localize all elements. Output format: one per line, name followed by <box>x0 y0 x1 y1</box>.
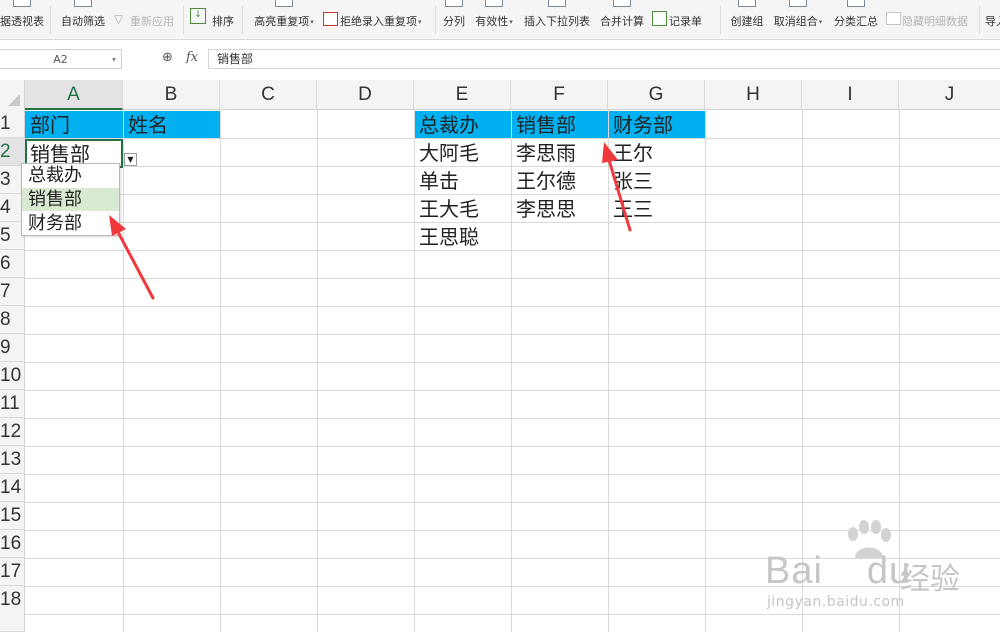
ribbon-toolbar: 据透视表 自动筛选 重新应用 ▽ ↓ 排序 高亮重复项▾ 拒绝录入重复项▾ 分列… <box>0 0 1000 40</box>
name-box[interactable]: A2 ▾ <box>0 49 122 69</box>
sort-icon: ↓ <box>190 8 206 24</box>
ribbon-divider <box>242 6 243 34</box>
row-header-15[interactable]: 15 <box>0 502 25 530</box>
record-form-button[interactable]: 记录单 <box>651 0 709 40</box>
column-header-j[interactable]: J <box>899 80 1000 110</box>
column-header-b[interactable]: B <box>123 80 220 110</box>
cell-g2[interactable]: 王尔 <box>608 139 705 167</box>
row-header-17[interactable]: 17 <box>0 558 25 586</box>
zoom-icon[interactable]: ⊕ <box>162 50 173 65</box>
ribbon-divider <box>720 6 721 34</box>
dropdown-option[interactable]: 总裁办 <box>22 164 119 187</box>
pivot-table-icon <box>13 0 31 7</box>
formula-input[interactable]: 销售部 <box>208 49 1000 69</box>
row-header-12[interactable]: 12 <box>0 418 25 446</box>
import-button[interactable]: 导入 <box>985 0 1000 40</box>
column-header-c[interactable]: C <box>220 80 317 110</box>
row-header-13[interactable]: 13 <box>0 446 25 474</box>
sort-icon-button[interactable]: ↓ <box>190 0 210 40</box>
filter-icon <box>74 0 92 7</box>
cell-g4[interactable]: 王三 <box>608 195 705 223</box>
ribbon-divider <box>979 6 980 34</box>
column-header-g[interactable]: G <box>608 80 705 110</box>
cell-g3[interactable]: 张三 <box>608 167 705 195</box>
hide-detail-button[interactable]: 隐藏明细数据 <box>885 0 975 40</box>
row-header-8[interactable]: 8 <box>0 306 25 334</box>
dropdown-option[interactable]: 财务部 <box>22 212 119 235</box>
column-header-h[interactable]: H <box>705 80 802 110</box>
column-header-f[interactable]: F <box>511 80 608 110</box>
cell-f1[interactable]: 销售部 <box>511 111 608 139</box>
highlight-icon <box>275 0 293 7</box>
cell-e1[interactable]: 总裁办 <box>414 111 511 139</box>
chevron-down-icon: ▼ <box>127 155 134 164</box>
row-header-10[interactable]: 10 <box>0 362 25 390</box>
text-to-columns-button[interactable]: 分列 <box>440 0 468 40</box>
chevron-down-icon: ▾ <box>509 18 513 26</box>
row-header-7[interactable]: 7 <box>0 278 25 306</box>
ungroup-button[interactable]: 取消组合▾ <box>770 0 826 40</box>
dropdown-list: 总裁办 销售部 财务部 <box>21 163 120 236</box>
column-header-a[interactable]: A <box>25 80 123 110</box>
row-header-9[interactable]: 9 <box>0 334 25 362</box>
cell-b1[interactable]: 姓名 <box>123 111 220 139</box>
ribbon-divider <box>183 6 184 34</box>
sort-button[interactable]: 排序 <box>208 0 238 40</box>
create-group-button[interactable]: 创建组 <box>727 0 767 40</box>
column-header-i[interactable]: I <box>802 80 899 110</box>
row-header-11[interactable]: 11 <box>0 390 25 418</box>
validation-icon <box>485 0 503 7</box>
cell-e5[interactable]: 王思聪 <box>414 223 511 251</box>
row-header-2[interactable]: 2 <box>0 138 25 166</box>
fx-icon[interactable]: fx <box>186 50 198 65</box>
row-header-18[interactable]: 18 <box>0 586 25 632</box>
validation-button[interactable]: 有效性▾ <box>472 0 516 40</box>
cell-g1[interactable]: 财务部 <box>608 111 705 139</box>
reject-duplicates-button[interactable]: 拒绝录入重复项▾ <box>322 0 430 40</box>
cell-e4[interactable]: 王大毛 <box>414 195 511 223</box>
ungroup-icon <box>789 0 807 7</box>
cell-a1[interactable]: 部门 <box>25 111 123 139</box>
row-header-1[interactable]: 1 <box>0 110 25 138</box>
chevron-down-icon: ▾ <box>310 18 314 26</box>
auto-filter-button[interactable]: 自动筛选 <box>58 0 108 40</box>
reapply-button[interactable]: 重新应用 ▽ <box>112 0 178 40</box>
cell-e2[interactable]: 大阿毛 <box>414 139 511 167</box>
column-header-d[interactable]: D <box>317 80 414 110</box>
cell-f3[interactable]: 王尔德 <box>511 167 608 195</box>
chevron-down-icon: ▾ <box>818 18 823 26</box>
dropdown-toggle-button[interactable]: ▼ <box>124 153 137 166</box>
cell-f4[interactable]: 李思思 <box>511 195 608 223</box>
pivot-table-button[interactable]: 据透视表 <box>0 0 46 40</box>
group-icon <box>738 0 756 7</box>
ribbon-divider <box>435 6 436 34</box>
dropdown-option-highlighted[interactable]: 销售部 <box>22 188 119 211</box>
row-header-16[interactable]: 16 <box>0 530 25 558</box>
row-header-6[interactable]: 6 <box>0 250 25 278</box>
consolidate-button[interactable]: 合并计算 <box>597 0 647 40</box>
ribbon-divider <box>50 6 51 34</box>
subtotal-icon <box>847 0 865 7</box>
dropdown-list-icon <box>548 0 566 7</box>
select-all-icon <box>8 94 20 106</box>
row-header-14[interactable]: 14 <box>0 474 25 502</box>
columns-icon <box>445 0 463 7</box>
chevron-down-icon: ▾ <box>418 18 422 26</box>
column-header-e[interactable]: E <box>414 80 511 110</box>
cell-f2[interactable]: 李思雨 <box>511 139 608 167</box>
cell-e3[interactable]: 单击 <box>414 167 511 195</box>
subtotal-button[interactable]: 分类汇总 <box>831 0 881 40</box>
highlight-duplicates-button[interactable]: 高亮重复项▾ <box>250 0 318 40</box>
funnel-icon: ▽ <box>114 12 124 26</box>
insert-dropdown-list-button[interactable]: 插入下拉列表 <box>521 0 593 40</box>
chevron-down-icon: ▾ <box>111 55 116 64</box>
consolidate-icon <box>613 0 631 7</box>
baidu-watermark: Bai du 经验 jingyan.baidu.com <box>765 520 995 630</box>
select-all-corner[interactable] <box>0 80 25 110</box>
